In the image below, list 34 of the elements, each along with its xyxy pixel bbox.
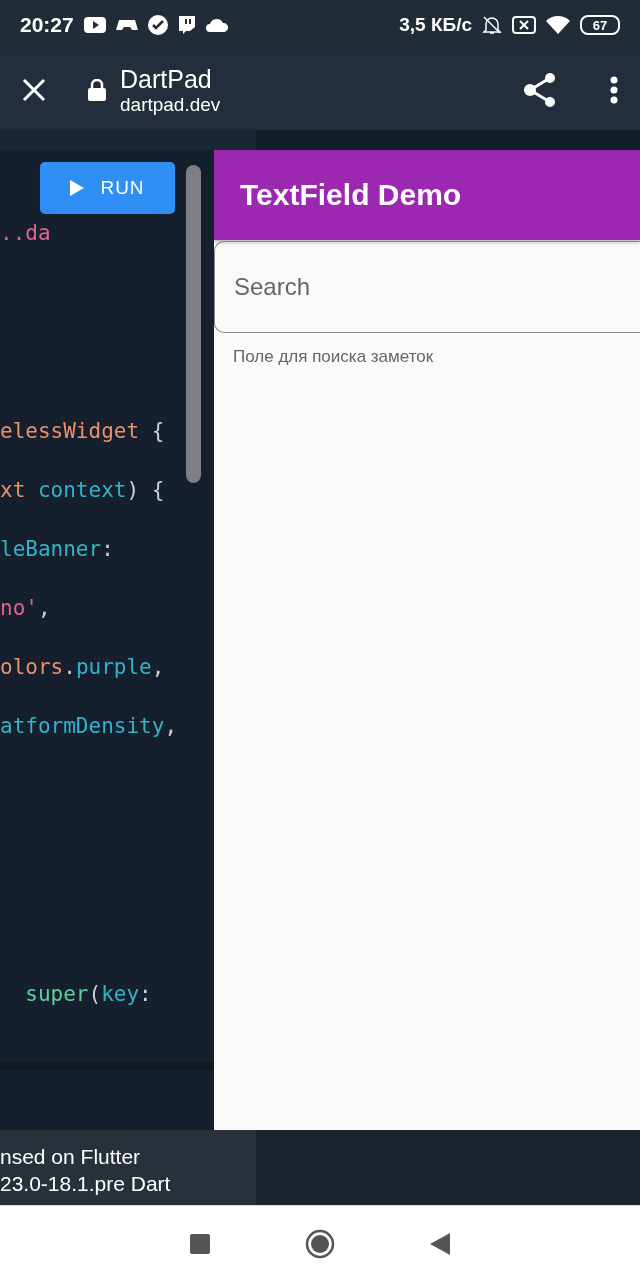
helper-text: Поле для поиска заметок — [232, 346, 435, 367]
sim-icon — [512, 16, 536, 34]
code-line: xt context) { — [0, 478, 166, 502]
version-text: 23.0-18.1.pre Dart — [0, 1171, 172, 1197]
code-line: no', — [0, 596, 52, 620]
page-title: DartPad — [120, 64, 213, 94]
more-icon[interactable] — [610, 76, 618, 104]
page-url: dartpad.dev — [120, 93, 221, 116]
code-line: super(key: — [24, 982, 153, 1006]
network-speed: 3,5 КБ/с — [399, 14, 472, 36]
code-line: ..da — [0, 221, 52, 245]
version-text: nsed on Flutter — [0, 1144, 142, 1170]
search-field[interactable]: Search — [214, 241, 640, 333]
chat-icon — [177, 15, 196, 35]
code-line: leBanner: — [0, 537, 115, 561]
share-icon[interactable] — [524, 73, 556, 107]
home-icon[interactable] — [305, 1228, 335, 1259]
lock-icon — [88, 79, 106, 101]
code-line: atformDensity, — [0, 714, 179, 738]
scrollbar[interactable] — [186, 165, 201, 483]
code-line: elessWidget { — [0, 419, 166, 443]
close-icon[interactable] — [22, 78, 46, 102]
muted-bell-icon — [482, 15, 502, 35]
app-bar-title: TextField Demo — [214, 150, 640, 240]
play-icon — [70, 180, 85, 196]
battery-icon: 67 — [580, 15, 620, 35]
cloud-icon — [205, 18, 228, 32]
check-circle-icon — [147, 15, 168, 35]
code-line: olors.purple, — [0, 655, 166, 679]
back-icon[interactable] — [430, 1232, 450, 1255]
recents-icon[interactable] — [190, 1233, 210, 1254]
video-icon — [83, 17, 106, 33]
wifi-icon — [546, 16, 570, 34]
clock: 20:27 — [20, 13, 74, 37]
